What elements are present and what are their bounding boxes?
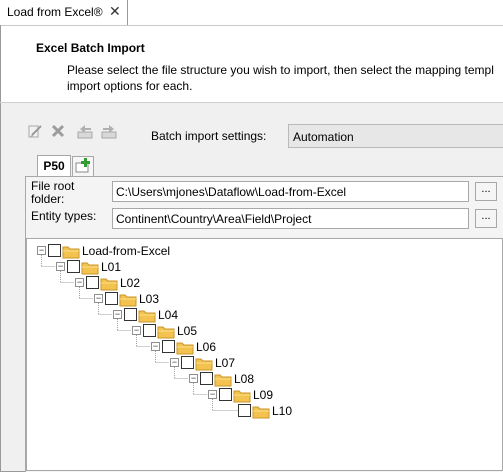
folder-icon <box>119 294 137 307</box>
structure-tree[interactable]: − Load-from-Excel − L01 − L02 − L03 − L0… <box>26 238 503 471</box>
tree-node-checkbox[interactable] <box>181 356 194 369</box>
tree-node-checkbox[interactable] <box>124 308 137 321</box>
collapse-icon[interactable]: − <box>56 262 65 271</box>
collapse-icon[interactable]: − <box>75 278 84 287</box>
close-icon[interactable]: ✕ <box>109 3 121 20</box>
entity-types-browse-button[interactable]: ... <box>475 209 497 228</box>
entity-types-field[interactable]: Continent\Country\Area\Field\Project <box>112 208 469 229</box>
folder-icon <box>62 246 80 259</box>
tree-node-label: L02 <box>120 276 141 290</box>
folder-icon <box>157 326 175 339</box>
add-tab-icon <box>75 158 90 173</box>
tree-node-checkbox[interactable] <box>143 324 156 337</box>
folder-icon <box>176 342 194 355</box>
batch-settings-dropdown[interactable]: Automation <box>288 124 503 148</box>
tree-node-label: L06 <box>196 340 217 354</box>
collapse-icon[interactable]: − <box>94 294 103 303</box>
folder-icon <box>81 262 99 275</box>
tab-p50[interactable]: P50 <box>37 155 71 176</box>
delete-icon[interactable] <box>50 123 66 139</box>
tree-node-checkbox[interactable] <box>48 244 61 257</box>
collapse-icon[interactable]: − <box>132 326 141 335</box>
file-root-field[interactable]: C:\Users\mjones\Dataflow\Load-from-Excel <box>112 181 469 202</box>
tree-node-label: L05 <box>177 324 198 338</box>
tree-node-label: L09 <box>253 388 274 402</box>
move-left-icon[interactable] <box>77 123 93 139</box>
tree-node-checkbox[interactable] <box>219 388 232 401</box>
tree-node-label: L08 <box>234 372 255 386</box>
document-tab-load-from-excel[interactable]: Load from Excel® ✕ <box>0 0 128 25</box>
tree-node-checkbox[interactable] <box>105 292 118 305</box>
entity-types-label: Entity types: <box>31 209 97 223</box>
tree-node-label: L01 <box>101 260 122 274</box>
file-root-browse-button[interactable]: ... <box>475 182 497 201</box>
collapse-icon[interactable]: − <box>170 358 179 367</box>
tree-node-checkbox[interactable] <box>67 260 80 273</box>
edit-icon[interactable] <box>27 123 43 139</box>
folder-icon <box>138 310 156 323</box>
tree-node-label: L07 <box>215 356 236 370</box>
folder-icon <box>214 374 232 387</box>
tree-node-label: L04 <box>158 308 179 322</box>
folder-icon <box>100 278 118 291</box>
tree-node-label: L10 <box>272 404 293 418</box>
file-root-label: File root folder: <box>31 180 74 206</box>
tree-node-checkbox[interactable] <box>200 372 213 385</box>
file-root-label-line2: folder: <box>31 192 65 206</box>
collapse-icon[interactable]: − <box>37 246 46 255</box>
tree-node-checkbox[interactable] <box>238 404 251 417</box>
collapse-icon[interactable]: − <box>189 374 198 383</box>
tree-node-label: Load-from-Excel <box>82 244 171 258</box>
folder-icon <box>252 406 270 419</box>
wizard-description-line2: import options for each. <box>67 79 193 93</box>
tree-node-checkbox[interactable] <box>86 276 99 289</box>
tree-node-label: L03 <box>139 292 160 306</box>
collapse-icon[interactable]: − <box>113 310 122 319</box>
document-tab-title: Load from Excel® <box>7 5 103 19</box>
wizard-description: Please select the file structure you wis… <box>67 62 503 94</box>
wizard-title: Excel Batch Import <box>36 41 145 55</box>
tree-node-checkbox[interactable] <box>162 340 175 353</box>
wizard-description-line1: Please select the file structure you wis… <box>67 63 494 77</box>
move-right-icon[interactable] <box>101 123 117 139</box>
folder-icon <box>233 390 251 403</box>
collapse-icon[interactable]: − <box>208 390 217 399</box>
folder-icon <box>195 358 213 371</box>
collapse-icon[interactable]: − <box>151 342 160 351</box>
document-tabstrip: Load from Excel® ✕ <box>0 0 503 26</box>
add-tab-button[interactable] <box>72 156 94 176</box>
batch-settings-label: Batch import settings: <box>151 129 267 143</box>
